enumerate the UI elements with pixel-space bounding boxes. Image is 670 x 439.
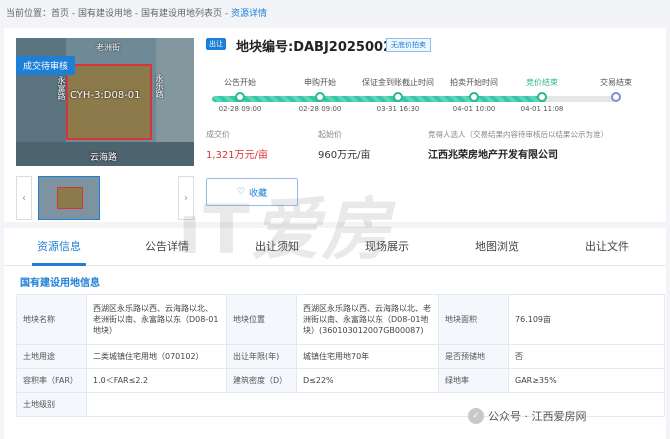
thumbnail-image[interactable] — [38, 176, 100, 220]
step-date: 02-28 09:00 — [298, 105, 342, 113]
road-label-west: 永富路 — [57, 76, 66, 100]
deal-status-badge: 成交待审核 — [16, 56, 76, 75]
step-name: 公告开始 — [224, 78, 256, 87]
auction-type-tag: 无底价拍卖 — [386, 38, 431, 52]
land-info-table: 地块名称 西湖区永乐路以西、云海路以北、老洲街以南、永富路以东（D08-01地块… — [16, 294, 665, 417]
breadcrumb: 当前位置：首页 - 国有建设用地 - 国有建设用地列表页 - 资源详情 — [6, 6, 267, 19]
transfer-type-tag: 出让 — [206, 38, 226, 50]
winner-label: 竞得人选人（交易结果内容待审核后以结果公示为准） — [428, 130, 608, 139]
chevron-right-icon: › — [184, 192, 188, 204]
deal-price-value: 1,321万元/亩 — [206, 150, 268, 161]
step-dot-icon — [315, 92, 325, 102]
start-price-value: 960万元/亩 — [318, 150, 371, 161]
step-date: 02-28 09:00 — [218, 105, 262, 113]
step-dot-icon — [537, 92, 547, 102]
favorite-label: 收藏 — [249, 188, 268, 199]
table-key: 土地级别 — [16, 392, 87, 417]
wechat-footer: ✓ 公众号 · 江西爱房网 — [468, 408, 587, 424]
plot-boundary — [66, 64, 152, 140]
table-value: GAR≥35% — [508, 368, 665, 393]
step-date: 03-31 16:30 — [376, 105, 420, 113]
breadcrumb-prefix: 当前位置： — [6, 9, 52, 19]
timeline-step: 交易结束 — [576, 66, 656, 105]
step-date: 04-01 11:08 — [520, 105, 564, 113]
wechat-icon: ✓ — [468, 408, 484, 424]
table-value: 否 — [508, 344, 665, 369]
plot-summary-card: 老洲街 云海路 永富路 永乐路 CYH-3:D08-01 成交待审核 ‹ › 出… — [4, 28, 666, 222]
thumbnail-plot — [57, 187, 83, 209]
step-dot-icon — [469, 92, 479, 102]
breadcrumb-level1[interactable]: 国有建设用地 — [78, 9, 132, 19]
table-key: 地块面积 — [438, 294, 509, 345]
winner-value: 江西兆荣房地产开发有限公司 — [428, 150, 558, 161]
table-value: 二类城镇住宅用地（070102） — [86, 344, 227, 369]
step-name: 申购开始 — [304, 78, 336, 87]
table-value: 76.109亩 — [508, 294, 665, 345]
breadcrumb-home[interactable]: 首页 — [51, 9, 69, 19]
plot-number-title: 地块编号:DABJ2025002 — [236, 40, 393, 55]
breadcrumb-sep: - — [132, 9, 142, 19]
table-key: 出让年限(年) — [226, 344, 297, 369]
road-label-north: 老洲街 — [96, 43, 120, 52]
plot-code-label: CYH-3:D08-01 — [70, 90, 141, 101]
tab-resource-info[interactable]: 资源信息 — [14, 228, 104, 266]
table-value: D≤22% — [296, 368, 439, 393]
table-key: 土地用途 — [16, 344, 87, 369]
tab-announcement[interactable]: 公告详情 — [122, 228, 212, 266]
timeline-step: 公告开始 02-28 09:00 — [200, 66, 280, 113]
breadcrumb-current: 资源详情 — [231, 9, 268, 19]
step-name: 保证金到账截止时间 — [362, 78, 434, 87]
breadcrumb-sep: - — [222, 9, 232, 19]
plot-aerial-photo[interactable]: 老洲街 云海路 永富路 永乐路 CYH-3:D08-01 成交待审核 — [16, 38, 194, 166]
table-row: 容积率（FAR） 1.0＜FAR≤2.2 建筑密度（D） D≤22% 绿地率 G… — [16, 368, 665, 393]
table-key: 绿地率 — [438, 368, 509, 393]
progress-timeline: 公告开始 02-28 09:00 申购开始 02-28 09:00 保证金到账截… — [206, 66, 636, 118]
table-row: 地块名称 西湖区永乐路以西、云海路以北、老洲街以南、永富路以东（D08-01地块… — [16, 294, 665, 345]
breadcrumb-sep: - — [69, 9, 79, 19]
deal-price-label: 成交价 — [206, 130, 230, 139]
timeline-step: 保证金到账截止时间 03-31 16:30 — [360, 66, 436, 113]
timeline-step-active: 竞价结束 04-01 11:08 — [502, 66, 582, 113]
favorite-button[interactable]: ♡ 收藏 — [206, 178, 298, 206]
road-label-south: 云海路 — [90, 153, 118, 163]
step-dot-icon — [611, 92, 621, 102]
wechat-text: 公众号 · 江西爱房网 — [488, 410, 587, 423]
table-key: 地块名称 — [16, 294, 87, 345]
table-row: 土地用途 二类城镇住宅用地（070102） 出让年限(年) 城镇住宅用地70年 … — [16, 344, 665, 369]
table-key: 是否预储地 — [438, 344, 509, 369]
prev-image-button[interactable]: ‹ — [16, 176, 32, 220]
timeline-step: 申购开始 02-28 09:00 — [280, 66, 360, 113]
table-value: 西湖区永乐路以西、云海路以北、老洲街以南、永富路以东（D08-01地块） — [86, 294, 227, 345]
tab-site-display[interactable]: 现场展示 — [342, 228, 432, 266]
tab-transfer-notice[interactable]: 出让须知 — [232, 228, 322, 266]
table-value: 城镇住宅用地70年 — [296, 344, 439, 369]
start-price-label: 起始价 — [318, 130, 342, 139]
table-value: 西湖区永乐路以西、云海路以北、老洲街以南、永富路以东（D08-01地块）(360… — [296, 294, 439, 345]
step-dot-icon — [235, 92, 245, 102]
tab-transfer-files[interactable]: 出让文件 — [562, 228, 652, 266]
next-image-button[interactable]: › — [178, 176, 194, 220]
table-key: 容积率（FAR） — [16, 368, 87, 393]
step-name: 交易结束 — [600, 78, 632, 87]
breadcrumb-level2[interactable]: 国有建设用地列表页 — [141, 9, 222, 19]
chevron-left-icon: ‹ — [22, 192, 26, 204]
step-dot-icon — [393, 92, 403, 102]
table-key: 建筑密度（D） — [226, 368, 297, 393]
section-title: 国有建设用地信息 — [20, 278, 100, 289]
road-label-east: 永乐路 — [155, 74, 164, 98]
table-key: 地块位置 — [226, 294, 297, 345]
step-name: 竞价结束 — [526, 78, 558, 87]
heart-icon: ♡ — [236, 187, 246, 197]
thumbnail-strip: ‹ › — [16, 176, 194, 220]
tab-map-browse[interactable]: 地图浏览 — [452, 228, 542, 266]
detail-tabs: 资源信息 公告详情 出让须知 现场展示 地图浏览 出让文件 — [4, 228, 666, 266]
table-value: 1.0＜FAR≤2.2 — [86, 368, 227, 393]
